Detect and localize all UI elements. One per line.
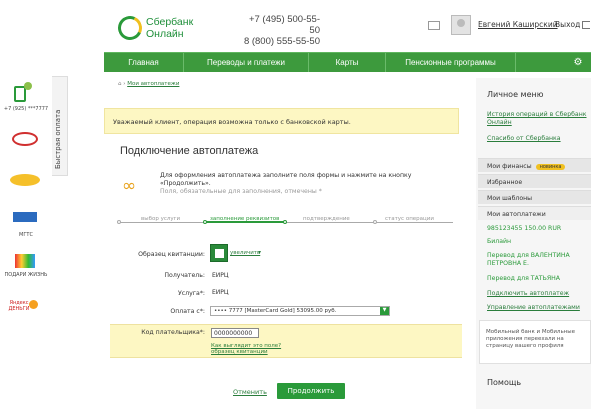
main-nav: Главная Переводы и платежи Карты Пенсион… — [104, 52, 591, 72]
gift-life-label[interactable]: ПОДАРИ ЖИЗНЬ — [0, 272, 52, 278]
my-autopayments[interactable]: Мои автоплатежи — [478, 206, 591, 220]
cancel-link[interactable]: Отменить — [233, 388, 267, 396]
my-finances[interactable]: Мои финансы новинка — [478, 158, 591, 172]
pay-from-value: •••• 7777 [MasterCard Gold] 53095.00 руб… — [214, 308, 337, 314]
hint-line2[interactable]: образец квитанции — [211, 349, 281, 355]
phone-numbers: +7 (495) 500-55-50 8 (800) 555-55-50 — [240, 14, 320, 47]
logo-icon — [114, 12, 146, 44]
autopay-item[interactable]: Билайн — [487, 238, 591, 246]
service-value: ЕИРЦ — [212, 289, 229, 296]
nav-item-pension[interactable]: Пенсионные программы — [386, 53, 516, 72]
mobile-promo[interactable]: Мобильный банк и Мобильные приложения пе… — [479, 320, 591, 364]
my-templates[interactable]: Мои шаблоны — [478, 190, 591, 204]
step-select-service: выбор услуги — [141, 216, 181, 222]
nav-item-home[interactable]: Главная — [104, 53, 184, 72]
breadcrumb: ⌂ › Мои автоплатежи — [118, 81, 180, 87]
step-dot — [203, 220, 207, 224]
step-fill-details: заполнение реквизитов — [210, 216, 280, 222]
plus-icon — [24, 82, 32, 90]
manage-autopay-link[interactable]: Управление автоплатежами — [487, 304, 591, 312]
enlarge-link[interactable]: увеличить — [230, 250, 260, 256]
username-link[interactable]: Евгений Каширский — [478, 20, 558, 29]
step-status: статус операции — [385, 216, 434, 222]
logo-line1: Сбербанк — [146, 16, 194, 28]
payer-code-input[interactable]: 0000000000 — [211, 328, 259, 338]
notice-banner: Уважаемый клиент, операция возможна толь… — [104, 108, 459, 134]
help-title: Помощь — [487, 378, 522, 387]
logo-line2: Онлайн — [146, 28, 184, 40]
new-badge: новинка — [535, 164, 566, 170]
mail-icon[interactable] — [428, 21, 440, 30]
autopay-icon: ∞ — [122, 176, 137, 196]
home-icon[interactable]: ⌂ — [118, 81, 122, 87]
exit-icon[interactable] — [582, 21, 590, 29]
history-link[interactable]: История операций в Сбербанк Онлайн — [487, 111, 591, 127]
phone-2: 8 (800) 555-55-50 — [243, 36, 320, 47]
autopay-item[interactable]: 985123455 150.00 RUR — [487, 225, 591, 233]
instructions-text: Для оформления автоплатежа заполните пол… — [160, 172, 412, 187]
receipt-label: Образец квитанции: — [138, 251, 205, 258]
thanks-link[interactable]: Спасибо от Сбербанка — [487, 135, 591, 143]
provider-logo-icon[interactable] — [12, 132, 38, 146]
recipient-label: Получатель: — [164, 272, 205, 279]
dropdown-arrow-icon[interactable]: ▼ — [380, 307, 389, 315]
mgts-logo-icon[interactable] — [13, 212, 37, 222]
connect-autopay-link[interactable]: Подключить автоплатеж — [487, 290, 591, 298]
chevron-down-icon[interactable]: ▾ — [258, 249, 261, 256]
step-confirm: подтверждение — [303, 216, 350, 222]
quick-pay-phone[interactable]: +7 (925) ***7777 — [0, 106, 52, 112]
recipient-value: ЕИРЦ — [212, 272, 229, 279]
gift-life-logo-icon[interactable] — [15, 254, 35, 268]
receipt-sample-icon[interactable] — [210, 244, 228, 262]
nav-item-transfers[interactable]: Переводы и платежи — [184, 53, 309, 72]
quick-pay-label: Быстрая оплата — [54, 109, 62, 169]
instructions: Для оформления автоплатежа заполните пол… — [160, 172, 450, 196]
step-dot — [117, 220, 121, 224]
nav-item-cards[interactable]: Карты — [309, 53, 386, 72]
step-dot — [373, 220, 377, 224]
personal-menu-title: Личное меню — [487, 90, 544, 99]
avatar[interactable] — [451, 15, 471, 35]
service-label: Услуга*: — [177, 290, 205, 297]
quick-pay-tab[interactable]: Быстрая оплата — [52, 76, 68, 176]
pay-from-label: Оплата с*: — [170, 308, 205, 315]
step-dot — [283, 220, 287, 224]
payer-code-hint-link[interactable]: Как выглядит это поле? образец квитанции — [211, 343, 281, 355]
gear-icon[interactable]: ⚙ — [565, 53, 591, 72]
mgts-label[interactable]: МГТС — [0, 232, 52, 238]
exit-link[interactable]: Выход — [555, 20, 580, 29]
autopay-item[interactable]: Перевод для ВАЛЕНТИНА ПЕТРОВНА Е. — [487, 252, 591, 268]
pay-from-select[interactable]: •••• 7777 [MasterCard Gold] 53095.00 руб… — [210, 306, 390, 316]
provider-logo-icon[interactable] — [10, 174, 40, 186]
yandex-money-label[interactable]: Яндекс ДЕНЬГИ — [0, 300, 38, 312]
autopay-item[interactable]: Перевод для ТАТЬЯНА — [487, 275, 591, 283]
continue-button[interactable]: Продолжить — [277, 383, 345, 399]
breadcrumb-autopay[interactable]: Мои автоплатежи — [127, 81, 179, 87]
sberbank-logo[interactable]: Сбербанк Онлайн — [114, 12, 230, 44]
instructions-required-note: Поля, обязательные для заполнения, отмеч… — [160, 188, 322, 195]
payer-code-label: Код плательщика*: — [141, 329, 205, 336]
page-title: Подключение автоплатежа — [120, 145, 259, 157]
phone-1: +7 (495) 500-55-50 — [248, 14, 320, 36]
favorites[interactable]: Избранное — [478, 174, 591, 188]
